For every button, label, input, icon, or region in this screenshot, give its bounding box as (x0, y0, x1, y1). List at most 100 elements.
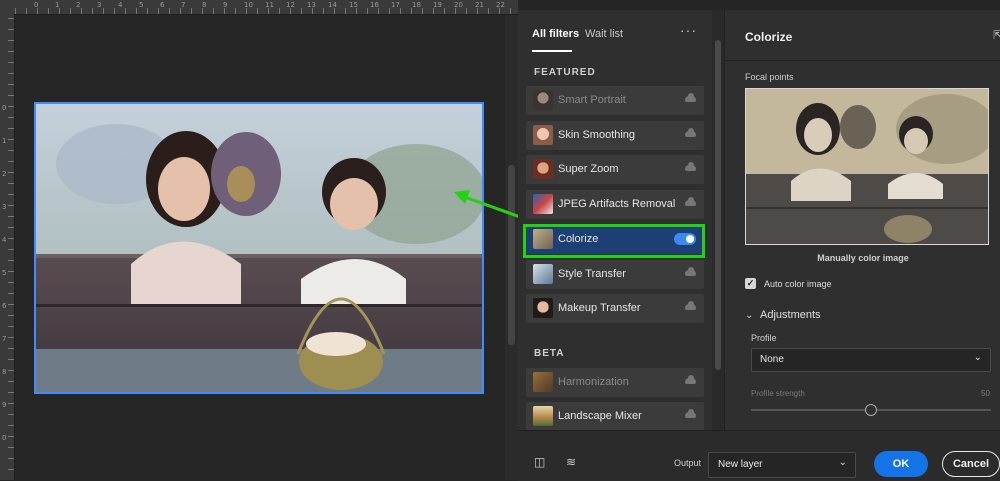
filter-item-smart-portrait[interactable]: Smart Portrait (526, 86, 704, 115)
cloud-download-icon[interactable] (685, 197, 696, 206)
adjustments-section-toggle[interactable]: Adjustments (760, 309, 821, 321)
cloud-download-icon[interactable] (685, 409, 696, 418)
filter-item-super-zoom[interactable]: Super Zoom (526, 155, 704, 184)
skin-thumb-icon (533, 125, 553, 145)
style-thumb-icon (533, 264, 553, 284)
ruler-tick (114, 8, 115, 14)
filter-label: Skin Smoothing (558, 129, 636, 141)
ruler-tick (8, 95, 14, 96)
tab-all-filters[interactable]: All filters (532, 28, 579, 40)
profile-dropdown[interactable]: None ⌄ (751, 348, 991, 372)
ruler-number: 18 (412, 1, 421, 9)
cloud-download-icon[interactable] (685, 162, 696, 171)
chevron-down-icon[interactable]: ⌄ (745, 310, 753, 321)
ruler-tick (147, 8, 148, 14)
ruler-tick (8, 282, 14, 283)
ruler-tick (8, 260, 14, 261)
ruler-tick (510, 8, 511, 14)
cloud-download-icon[interactable] (685, 301, 696, 310)
cloud-download-icon[interactable] (685, 128, 696, 137)
ruler-tick (8, 447, 14, 448)
filter-list-scrollbar-thumb[interactable] (715, 40, 721, 370)
ruler-number: 22 (496, 1, 505, 9)
ruler-number: 7 (2, 335, 7, 343)
ruler-tick (8, 183, 14, 184)
panel-title: Colorize (745, 30, 793, 44)
focal-preview-image-icon (746, 89, 988, 244)
ruler-tick (8, 216, 14, 217)
ruler-tick (8, 194, 14, 195)
ruler-tick (444, 8, 445, 14)
filter-item-landscape-mixer[interactable]: Landscape Mixer (526, 402, 704, 431)
cloud-download-icon[interactable] (685, 267, 696, 276)
ruler-tick (488, 8, 489, 14)
ruler-number: 20 (454, 1, 463, 9)
ruler-tick (136, 8, 137, 14)
ruler-number: 6 (2, 302, 7, 310)
ruler-number: 14 (328, 1, 337, 9)
ruler-tick (158, 8, 159, 14)
canvas-scrollbar[interactable] (505, 15, 518, 480)
ruler-tick (301, 8, 302, 14)
ruler-tick (8, 29, 14, 30)
ruler-tick (15, 8, 16, 14)
auto-color-label: Auto color image (764, 279, 832, 289)
output-label: Output (674, 458, 702, 468)
ruler-tick (8, 337, 14, 338)
ruler-tick (8, 62, 14, 63)
ruler-tick (8, 161, 14, 162)
ruler-number: 3 (2, 203, 7, 211)
more-options-icon[interactable]: ··· (680, 22, 697, 38)
ruler-tick (8, 73, 14, 74)
filter-label: Style Transfer (558, 268, 626, 280)
makeup-thumb-icon (533, 298, 553, 318)
profile-label: Profile (751, 333, 777, 343)
cloud-download-icon[interactable] (685, 375, 696, 384)
ruler-tick (8, 238, 14, 239)
ruler-tick (191, 8, 192, 14)
output-dropdown[interactable]: New layer ⌄ (708, 452, 856, 478)
filter-label: JPEG Artifacts Removal (558, 198, 676, 210)
ruler-tick (8, 172, 14, 173)
cloud-download-icon[interactable] (685, 93, 696, 102)
ruler-tick (8, 128, 14, 129)
ruler-number: 16 (370, 1, 379, 9)
ruler-tick (81, 8, 82, 14)
filter-label: Makeup Transfer (558, 302, 641, 314)
settings-panel: Colorize ⇱ Focal points Manually color i… (724, 10, 1000, 430)
ruler-number: 4 (118, 1, 123, 9)
filter-list-scrollbar[interactable] (712, 10, 724, 430)
ruler-number: 6 (160, 1, 165, 9)
layers-icon[interactable]: ≋ (566, 455, 576, 469)
ruler-tick (422, 8, 423, 14)
cancel-button[interactable]: Cancel (942, 451, 1000, 477)
ruler-tick (125, 8, 126, 14)
profile-strength-slider-handle[interactable] (865, 404, 877, 416)
ruler-number: 3 (97, 1, 102, 9)
ruler-tick (8, 414, 14, 415)
beta-section-title: BETA (534, 348, 565, 359)
ruler-tick (8, 436, 14, 437)
manually-color-image-label: Manually color image (817, 253, 909, 263)
ruler-tick (257, 8, 258, 14)
filter-item-skin-smoothing[interactable]: Skin Smoothing (526, 121, 704, 150)
filter-item-makeup-transfer[interactable]: Makeup Transfer (526, 294, 704, 323)
reset-icon[interactable]: ⇱ (993, 28, 1000, 42)
filter-item-style-transfer[interactable]: Style Transfer (526, 260, 704, 289)
auto-color-checkbox[interactable]: ✓ (745, 278, 756, 289)
ruler-top: 0 1 2 3 4 5 6 7 8 9 10 11 12 13 14 15 16 17 18 19 20 21 22 (0, 0, 518, 15)
compare-view-icon[interactable]: ◫ (534, 455, 545, 469)
focal-points-preview[interactable] (745, 88, 989, 245)
ruler-tick (8, 227, 14, 228)
filter-item-jpeg-artifacts-removal[interactable]: JPEG Artifacts Removal (526, 190, 704, 219)
ruler-number: 8 (2, 368, 7, 376)
ok-button[interactable]: OK (874, 451, 928, 477)
harmonize-thumb-icon (533, 372, 553, 392)
ruler-tick (70, 8, 71, 14)
ruler-tick (8, 381, 14, 382)
filter-label: Super Zoom (558, 163, 619, 175)
ruler-number: 5 (139, 1, 144, 9)
filter-item-harmonization[interactable]: Harmonization (526, 368, 704, 397)
tab-wait-list[interactable]: Wait list (585, 28, 623, 40)
ruler-number: 0 (2, 104, 7, 112)
